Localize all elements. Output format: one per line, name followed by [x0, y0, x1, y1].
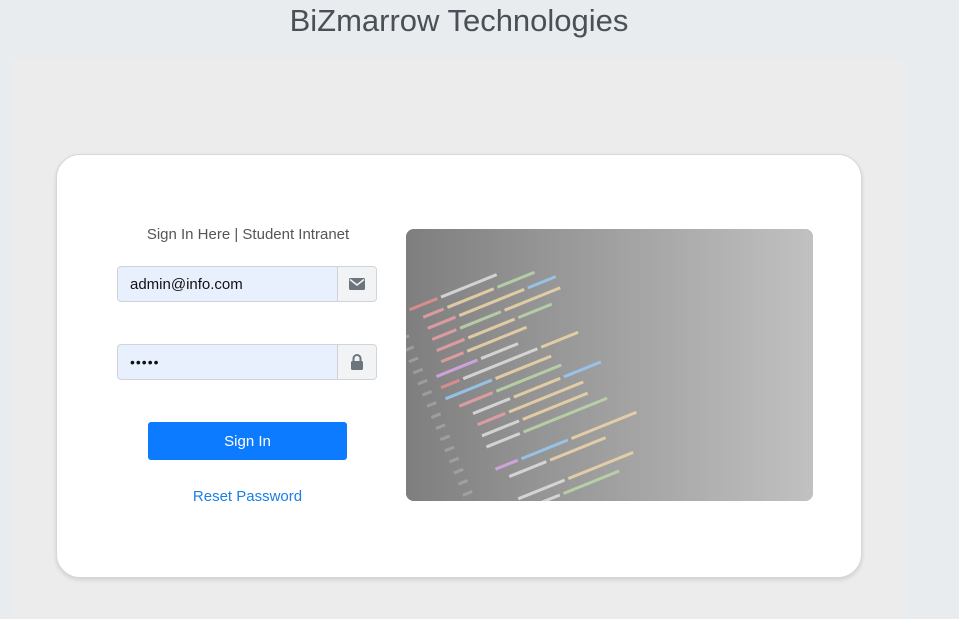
email-input-group — [117, 266, 377, 302]
reset-password-link[interactable]: Reset Password — [148, 488, 347, 505]
envelope-icon — [337, 267, 376, 301]
email-field[interactable] — [118, 267, 338, 301]
password-field[interactable] — [118, 345, 340, 379]
lock-icon — [337, 345, 376, 379]
page-title: BiZmarrow Technologies — [289, 3, 629, 38]
password-input-group — [117, 344, 377, 380]
sign-in-button[interactable]: Sign In — [148, 422, 347, 460]
form-heading: Sign In Here | Student Intranet — [146, 226, 350, 243]
code-editor-screenshot — [406, 229, 813, 501]
